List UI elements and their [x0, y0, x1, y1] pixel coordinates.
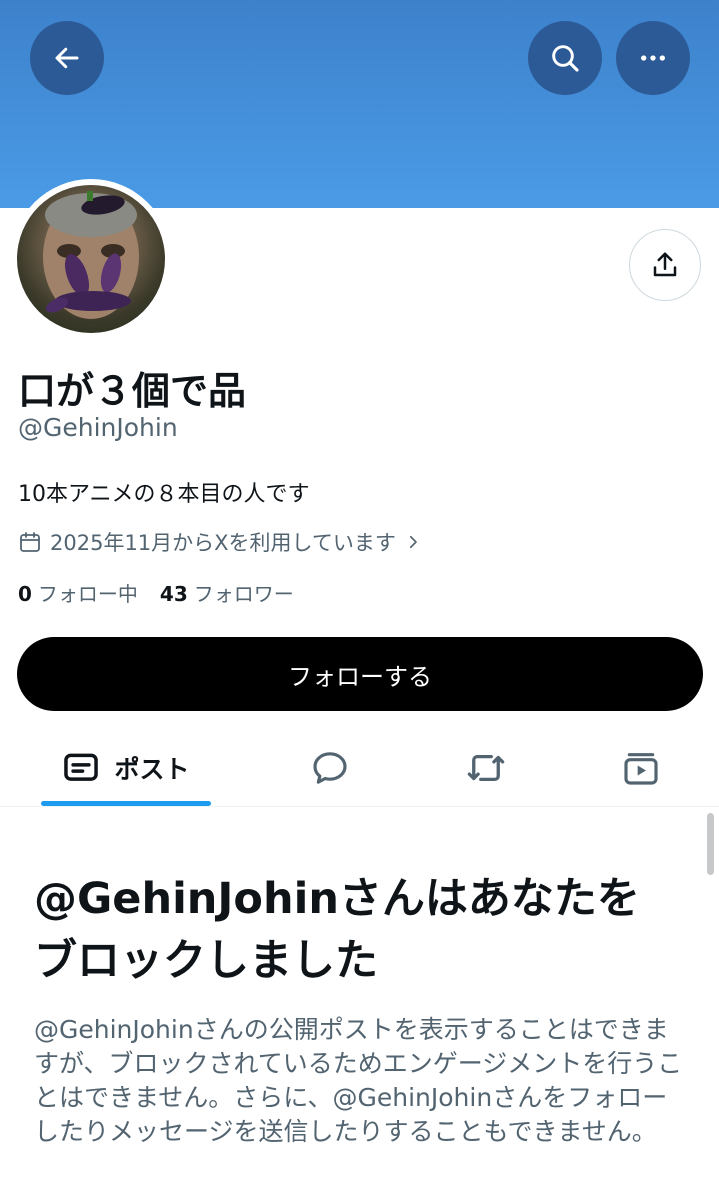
repost-icon: [467, 754, 505, 782]
share-icon: [653, 252, 677, 277]
profile-tabs: ポスト: [0, 730, 719, 807]
following-count: 0: [18, 582, 32, 606]
posts-icon: [64, 753, 99, 781]
media-icon: [624, 753, 658, 785]
share-button[interactable]: [629, 229, 701, 301]
active-tab-indicator: [41, 801, 211, 806]
back-button[interactable]: [30, 21, 104, 95]
follow-stats: 0 フォロー中 43 フォロワー: [18, 578, 294, 607]
following-label: フォロー中: [37, 582, 138, 606]
display-name: 口が３個で品: [18, 369, 247, 413]
tab-media[interactable]: [601, 730, 681, 806]
search-icon: [552, 45, 579, 72]
arrow-left-icon: [55, 47, 79, 69]
avatar[interactable]: [11, 179, 171, 339]
followers-count: 43: [159, 582, 188, 606]
tab-posts-label: ポスト: [114, 755, 190, 784]
search-button[interactable]: [528, 21, 602, 95]
tab-reposts[interactable]: [446, 730, 526, 806]
following-stat[interactable]: 0 フォロー中: [18, 578, 138, 607]
more-button[interactable]: [616, 21, 690, 95]
scrollbar[interactable]: [707, 813, 714, 875]
followers-label: フォロワー: [193, 582, 294, 606]
joined-date-text: 2025年11月からXを利用しています: [50, 531, 396, 555]
chevron-right-icon: [409, 535, 417, 549]
reply-icon: [313, 752, 347, 784]
joined-date-row[interactable]: 2025年11月からXを利用しています: [18, 527, 422, 557]
avatar-image: [17, 185, 165, 333]
more-horizontal-icon: [641, 55, 665, 61]
profile-bio: 10本アニメの８本目の人です: [18, 482, 310, 507]
blocked-description: @GehinJohinさんの公開ポストを表示することはできますが、ブロックされて…: [34, 1015, 683, 1146]
profile-banner[interactable]: [0, 0, 719, 208]
calendar-icon: [20, 532, 40, 552]
followers-stat[interactable]: 43 フォロワー: [160, 578, 294, 607]
follow-button[interactable]: フォローする: [17, 637, 703, 711]
blocked-title: @GehinJohinさんはあなたをブロックしました: [34, 874, 640, 986]
tab-replies[interactable]: [290, 730, 370, 806]
profile-handle: @GehinJohin: [18, 413, 178, 442]
tab-posts[interactable]: ポスト: [41, 730, 211, 806]
